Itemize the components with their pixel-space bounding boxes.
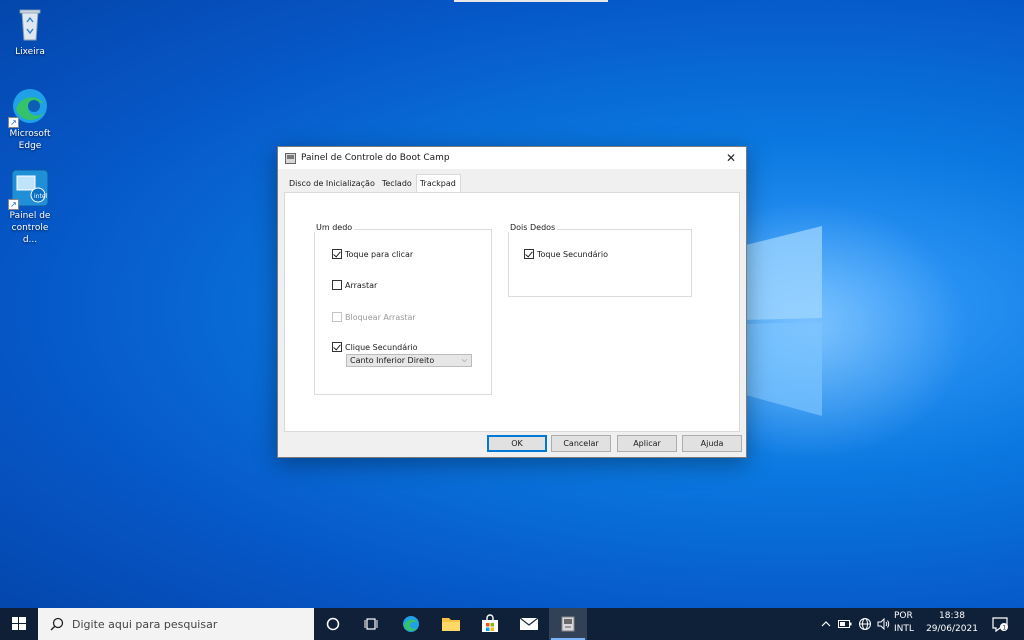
one-finger-group-label: Um dedo: [314, 223, 355, 232]
dialog-titlebar[interactable]: Painel de Controle do Boot Camp ✕: [278, 147, 746, 169]
taskbar-clock[interactable]: 18:38 29/06/2021: [924, 610, 980, 636]
chevron-up-icon: [821, 621, 831, 627]
windows-start-icon: [12, 617, 26, 630]
bootcamp-title-icon: [285, 152, 296, 164]
desktop-icon-bootcamp[interactable]: intel ↗ Painel de controle d...: [4, 168, 56, 246]
secondary-click-corner-select[interactable]: Canto Inferior Direito ⌵: [346, 354, 472, 367]
input-language-indicator[interactable]: POR INTL: [894, 610, 914, 636]
two-finger-group-label: Dois Dedos: [508, 223, 558, 232]
bootcamp-control-panel-icon: intel ↗: [8, 168, 50, 210]
ok-button[interactable]: OK: [487, 435, 547, 452]
secondary-click-checkbox[interactable]: [332, 342, 342, 352]
top-edge-bar: [454, 0, 608, 2]
search-icon: [50, 617, 64, 631]
tab-strip: Disco de Inicialização Teclado Trackpad: [286, 174, 461, 192]
desktop-icon-edge[interactable]: ↗ Microsoft Edge: [4, 86, 56, 152]
secondary-tap-label: Toque Secundário: [537, 249, 608, 259]
tab-keyboard[interactable]: Teclado: [379, 176, 416, 192]
drag-label: Arrastar: [345, 280, 378, 290]
taskbar-mail[interactable]: [510, 608, 548, 640]
select-value: Canto Inferior Direito: [350, 356, 435, 365]
shortcut-arrow-icon: ↗: [8, 117, 19, 128]
cancel-button[interactable]: Cancelar: [551, 435, 611, 452]
edge-icon: ↗: [8, 86, 50, 128]
secondary-tap-checkbox[interactable]: [524, 249, 534, 259]
store-bag-icon: [482, 614, 498, 632]
drag-checkbox[interactable]: [332, 280, 342, 290]
tab-startup-disk[interactable]: Disco de Inicialização: [286, 176, 379, 192]
start-button[interactable]: [0, 608, 38, 640]
cortana-circle-icon: [326, 617, 340, 631]
taskbar-store[interactable]: [471, 608, 509, 640]
recycle-bin-icon: [10, 4, 50, 44]
bootcamp-app-icon: [561, 616, 575, 632]
trackpad-panel: Um dedo Toque para clicar Arrastar Bloqu…: [284, 192, 740, 432]
tap-to-click-option[interactable]: Toque para clicar: [332, 249, 413, 259]
taskbar-edge[interactable]: [392, 608, 430, 640]
desktop-icon-label: Microsoft Edge: [9, 129, 51, 151]
drag-option[interactable]: Arrastar: [332, 280, 377, 290]
task-view-icon: [364, 618, 378, 630]
svg-text:intel: intel: [34, 193, 48, 200]
tap-to-click-label: Toque para clicar: [345, 249, 414, 259]
search-placeholder: Digite aqui para pesquisar: [72, 617, 218, 631]
dialog-title: Painel de Controle do Boot Camp: [301, 153, 450, 163]
speaker-icon: [877, 618, 890, 630]
notification-icon: 1: [992, 617, 1008, 633]
edge-icon: [403, 616, 419, 632]
task-view-button[interactable]: [352, 608, 390, 640]
notification-count: 1: [1002, 624, 1006, 631]
desktop-icon-label: Lixeira: [15, 47, 45, 57]
folder-icon: [442, 618, 460, 631]
mail-icon: [519, 617, 539, 630]
taskbar: Digite aqui para pesquisar POR INTL 18:3…: [0, 608, 1024, 640]
help-button[interactable]: Ajuda: [682, 435, 742, 452]
windows-logo-wallpaper: [742, 226, 822, 416]
action-center-button[interactable]: 1: [984, 608, 1016, 640]
bootcamp-dialog: Painel de Controle do Boot Camp ✕ Disco …: [277, 146, 747, 458]
secondary-click-label: Clique Secundário: [345, 342, 418, 352]
cortana-button[interactable]: [314, 608, 352, 640]
clock-date: 29/06/2021: [926, 624, 978, 634]
drag-lock-option: Bloquear Arrastar: [332, 312, 416, 322]
taskbar-bootcamp[interactable]: [549, 608, 587, 640]
secondary-tap-option[interactable]: Toque Secundário: [524, 249, 608, 259]
show-hidden-icons-button[interactable]: [818, 608, 834, 640]
clock-time: 18:38: [939, 611, 965, 621]
apply-button[interactable]: Aplicar: [617, 435, 677, 452]
shortcut-arrow-icon: ↗: [8, 199, 19, 210]
drag-lock-label: Bloquear Arrastar: [345, 312, 416, 322]
keyboard-layout: INTL: [894, 624, 914, 634]
taskbar-search-box[interactable]: Digite aqui para pesquisar: [38, 608, 314, 640]
network-button[interactable]: [856, 608, 874, 640]
language-code: POR: [894, 611, 913, 621]
secondary-click-option[interactable]: Clique Secundário: [332, 342, 418, 352]
desktop-icon-recycle-bin[interactable]: Lixeira: [4, 4, 56, 58]
tap-to-click-checkbox[interactable]: [332, 249, 342, 259]
desktop-icon-label: Painel de controle d...: [9, 211, 51, 245]
tab-trackpad[interactable]: Trackpad: [415, 174, 461, 192]
close-icon[interactable]: ✕: [716, 147, 746, 169]
taskbar-file-explorer[interactable]: [432, 608, 470, 640]
globe-network-icon: [859, 618, 871, 630]
chevron-down-icon: ⌵: [461, 356, 467, 364]
drag-lock-checkbox: [332, 312, 342, 322]
volume-button[interactable]: [875, 608, 893, 640]
battery-icon: [838, 620, 852, 628]
two-finger-group: [508, 229, 692, 297]
battery-button[interactable]: [836, 608, 854, 640]
